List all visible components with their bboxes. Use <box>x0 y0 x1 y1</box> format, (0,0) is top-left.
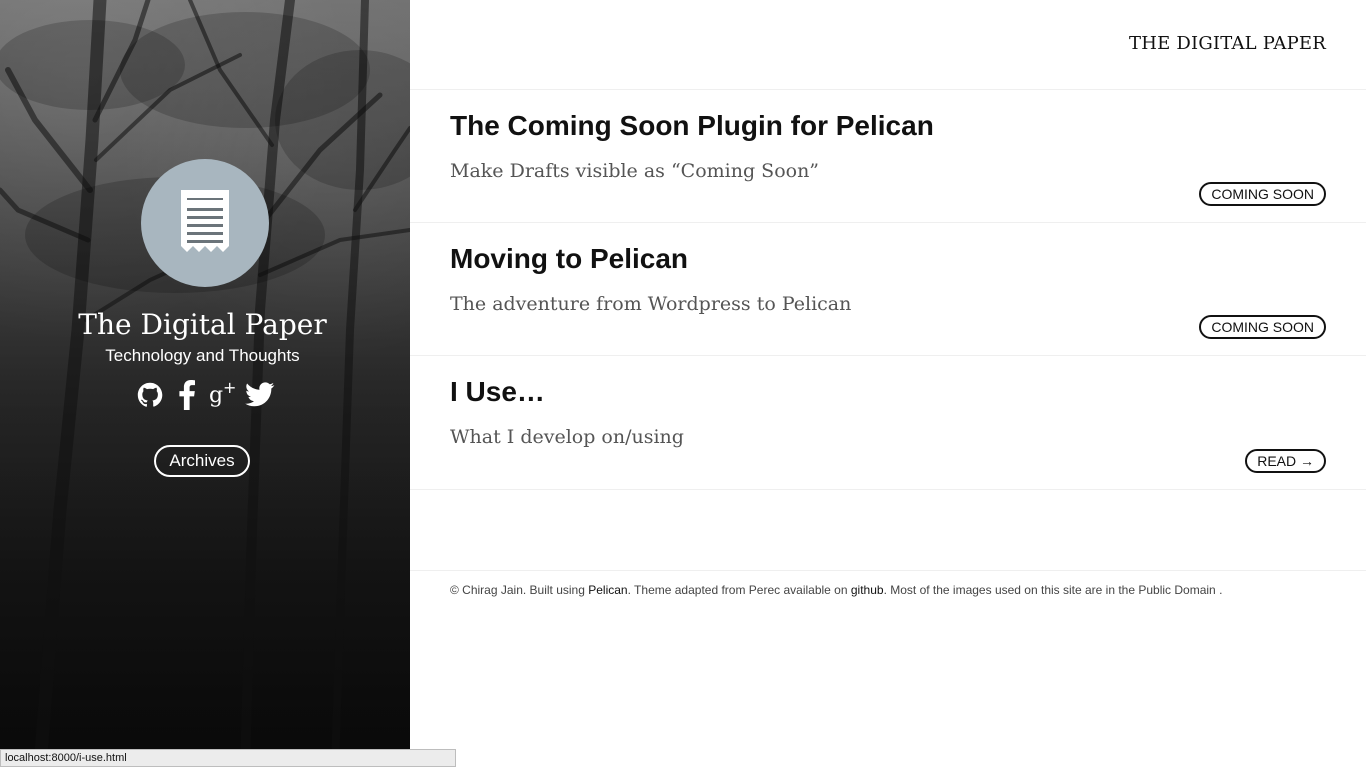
sidebar: The Digital Paper Technology and Thought… <box>0 0 410 767</box>
github-icon <box>137 382 163 407</box>
pelican-link[interactable]: Pelican <box>588 583 627 597</box>
svg-text:+: + <box>223 380 236 397</box>
footer-divider <box>410 570 1366 571</box>
archives-button[interactable]: Archives <box>154 445 250 477</box>
main-content: THE DIGITAL PAPER The Coming Soon Plugin… <box>410 0 1366 767</box>
post-summary: What I develop on/using <box>450 426 684 448</box>
facebook-link[interactable] <box>172 380 202 410</box>
svg-text:g: g <box>209 383 223 408</box>
site-brand-link[interactable]: THE DIGITAL PAPER <box>1129 32 1326 56</box>
google-plus-icon: g + <box>209 380 236 408</box>
post-card: I Use… What I develop on/using READ → <box>410 356 1366 490</box>
site-title: The Digital Paper <box>78 308 327 341</box>
site-footer: © Chirag Jain. Built using Pelican. Them… <box>450 582 1330 598</box>
site-subtitle: Technology and Thoughts <box>105 346 300 365</box>
browser-status-url: localhost:8000/i-use.html <box>0 749 456 767</box>
post-summary: Make Drafts visible as “Coming Soon” <box>450 160 820 182</box>
post-card: The Coming Soon Plugin for Pelican Make … <box>410 90 1366 223</box>
post-summary: The adventure from Wordpress to Pelican <box>450 293 852 315</box>
facebook-icon <box>179 380 195 410</box>
footer-prefix: © Chirag Jain. Built using <box>450 583 589 597</box>
site-header: THE DIGITAL PAPER <box>410 0 1366 90</box>
coming-soon-button[interactable]: COMING SOON <box>1199 182 1326 206</box>
github-footer-link[interactable]: github <box>851 583 884 597</box>
receipt-icon <box>181 190 229 252</box>
social-links: g + <box>135 379 275 411</box>
post-card: Moving to Pelican The adventure from Wor… <box>410 223 1366 356</box>
footer-suffix: . Most of the images used on this site a… <box>883 583 1223 597</box>
twitter-icon <box>245 382 275 407</box>
post-title-link[interactable]: I Use… <box>450 376 545 408</box>
post-title-link[interactable]: Moving to Pelican <box>450 243 688 275</box>
site-avatar <box>141 159 269 287</box>
post-title-link[interactable]: The Coming Soon Plugin for Pelican <box>450 110 934 142</box>
footer-middle: . Theme adapted from Perec available on <box>627 583 851 597</box>
sidebar-content: The Digital Paper Technology and Thought… <box>0 0 410 767</box>
github-link[interactable] <box>135 380 165 410</box>
twitter-link[interactable] <box>245 380 275 410</box>
coming-soon-button[interactable]: COMING SOON <box>1199 315 1326 339</box>
page: The Digital Paper Technology and Thought… <box>0 0 1366 767</box>
google-plus-link[interactable]: g + <box>208 380 238 410</box>
read-button[interactable]: READ → <box>1245 449 1326 473</box>
